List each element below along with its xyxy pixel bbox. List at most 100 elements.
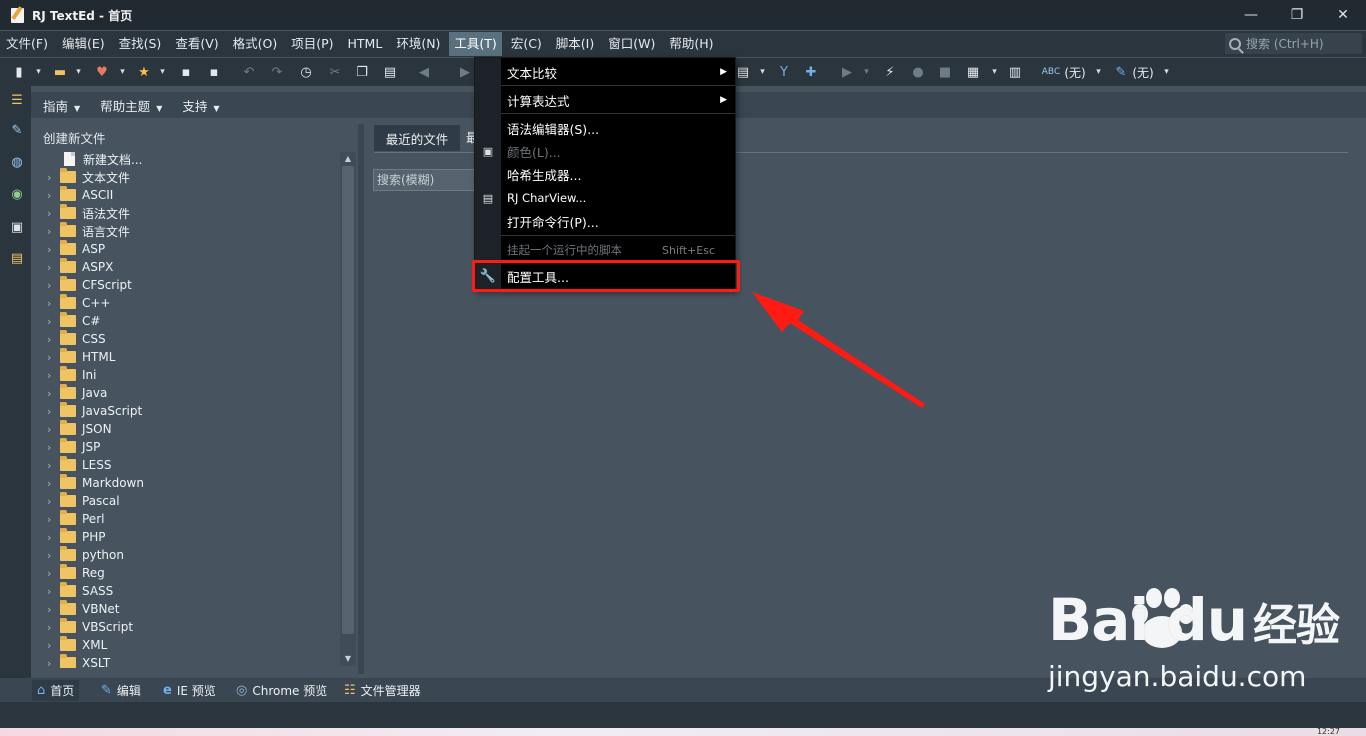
menu-file[interactable]: 文件(F) <box>1 32 53 56</box>
tree-item[interactable]: › python <box>34 546 124 564</box>
tab-edit[interactable]: ✎ 编辑 <box>96 680 146 701</box>
tree-item[interactable]: › ASP <box>34 240 105 258</box>
tree-item[interactable]: › 语法文件 <box>34 204 130 222</box>
forward-icon[interactable]: ▶ <box>458 63 472 81</box>
lightning-icon[interactable]: ⚡ <box>882 63 898 81</box>
menu-macro[interactable]: 宏(C) <box>506 32 547 56</box>
tree-item[interactable]: › JSP <box>34 438 100 456</box>
chevron-right-icon[interactable]: › <box>34 387 52 400</box>
print-icon[interactable]: ▤ <box>736 63 750 81</box>
undo-icon[interactable]: ↶ <box>240 63 258 81</box>
menu-script[interactable]: 脚本(I) <box>551 32 599 56</box>
chevron-right-icon[interactable]: › <box>34 441 52 454</box>
web-check-icon[interactable]: ◉ <box>9 186 25 202</box>
favorites-dropdown-icon[interactable]: ▾ <box>118 63 127 81</box>
chevron-right-icon[interactable]: › <box>34 315 52 328</box>
chevron-right-icon[interactable]: › <box>34 495 52 508</box>
chevron-right-icon[interactable]: › <box>34 405 52 418</box>
scroll-thumb[interactable] <box>342 166 354 634</box>
layout-dropdown-icon[interactable]: ▾ <box>990 63 999 81</box>
tree-item[interactable]: › 文本文件 <box>34 168 130 186</box>
tree-item[interactable]: › SASS <box>34 582 113 600</box>
tab-home[interactable]: ⌂ 首页 <box>32 680 80 701</box>
tree-item[interactable]: › CFScript <box>34 276 132 294</box>
tree-item[interactable]: › JavaScript <box>34 402 142 420</box>
file-manager-icon[interactable]: ▣ <box>9 219 25 235</box>
tree-item[interactable]: › C# <box>34 312 100 330</box>
chevron-right-icon[interactable]: › <box>34 189 52 202</box>
tree-item[interactable]: › PHP <box>34 528 106 546</box>
chevron-right-icon[interactable]: › <box>34 657 52 669</box>
chevron-right-icon[interactable]: › <box>34 333 52 346</box>
chevron-right-icon[interactable]: › <box>34 621 52 634</box>
tree-item[interactable]: › JSON <box>34 420 112 438</box>
minimize-button[interactable]: — <box>1228 0 1274 30</box>
chevron-right-icon[interactable]: › <box>34 549 52 562</box>
save-all-icon[interactable]: ▪ <box>206 63 222 81</box>
chevron-right-icon[interactable]: › <box>34 531 52 544</box>
tree-item[interactable]: › HTML <box>34 348 115 366</box>
cut-icon[interactable]: ✂ <box>326 63 344 81</box>
chevron-right-icon[interactable]: › <box>34 351 52 364</box>
menu-edit[interactable]: 编辑(E) <box>57 32 110 56</box>
tree-item[interactable]: › 语言文件 <box>34 222 130 240</box>
split-view-icon[interactable]: ▥ <box>1007 63 1023 81</box>
chevron-right-icon[interactable]: › <box>34 279 52 292</box>
chevron-right-icon[interactable]: › <box>34 567 52 580</box>
tab-file-manager[interactable]: ☷ 文件管理器 <box>339 680 426 701</box>
help-topics-menu[interactable]: 帮助主题 ▼ <box>100 96 162 115</box>
chevron-right-icon[interactable]: › <box>34 513 52 526</box>
new-file-icon[interactable]: ▮ <box>12 63 26 81</box>
menu-item-text-compare[interactable]: 文本比较 ▶ <box>501 61 735 83</box>
guide-menu[interactable]: 指南 ▼ <box>43 96 80 115</box>
search-input[interactable]: 搜索 (Ctrl+H) <box>1225 33 1362 54</box>
tools-icon[interactable]: ✎ <box>9 122 25 138</box>
chevron-right-icon[interactable]: › <box>34 261 52 274</box>
close-button[interactable]: ✕ <box>1320 0 1366 30</box>
run-icon[interactable]: ▶ <box>839 63 855 81</box>
menu-item-open-command-line[interactable]: 打开命令行(P)... <box>501 210 735 232</box>
chevron-right-icon[interactable]: › <box>34 423 52 436</box>
tree-item[interactable]: › VBNet <box>34 600 120 618</box>
menu-help[interactable]: 帮助(H) <box>664 32 718 56</box>
favorites-folder-icon[interactable]: ♥ <box>93 63 111 81</box>
chevron-right-icon[interactable]: › <box>34 225 52 238</box>
tree-item[interactable]: › C++ <box>34 294 111 312</box>
spell-dropdown-icon[interactable]: ▾ <box>1094 63 1103 81</box>
redo-icon[interactable]: ↷ <box>268 63 286 81</box>
copy-icon[interactable]: ❐ <box>353 63 371 81</box>
menu-item-color[interactable]: 颜色(L)... <box>501 140 735 162</box>
tree-item[interactable]: › Perl <box>34 510 104 528</box>
support-menu[interactable]: 支持 ▼ <box>182 96 219 115</box>
scroll-up-icon[interactable]: ▲ <box>340 152 356 166</box>
record-icon[interactable]: ● <box>910 63 926 81</box>
chevron-right-icon[interactable]: › <box>34 603 52 616</box>
back-icon[interactable]: ◀ <box>415 63 433 81</box>
spell-language-label[interactable]: (无) <box>1062 63 1088 81</box>
fuzzy-search-input[interactable]: 搜索(模糊) <box>373 169 477 191</box>
style-label[interactable]: (无) <box>1130 63 1156 81</box>
tree-item[interactable]: › XML <box>34 636 107 654</box>
chevron-right-icon[interactable]: › <box>34 243 52 256</box>
open-dropdown-icon[interactable]: ▾ <box>74 63 83 81</box>
stop-icon[interactable]: ■ <box>937 63 953 81</box>
maximize-button[interactable]: ❐ <box>1274 0 1320 30</box>
tab-recent-files[interactable]: 最近的文件 <box>374 125 460 151</box>
menu-view[interactable]: 查看(V) <box>170 32 223 56</box>
tree-item[interactable]: › Java <box>34 384 107 402</box>
tree-item-new-document[interactable]: 新建文档... <box>34 150 142 168</box>
tab-chrome-preview[interactable]: ◎ Chrome 预览 <box>231 680 332 701</box>
brush-icon[interactable]: ✎ <box>1114 63 1128 81</box>
clipboard-icon[interactable]: ▤ <box>9 250 25 266</box>
tree-item[interactable]: › XSLT <box>34 654 110 668</box>
menu-environment[interactable]: 环境(N) <box>391 32 445 56</box>
tool-y-icon[interactable]: Y <box>776 63 792 81</box>
menu-html[interactable]: HTML <box>343 32 388 56</box>
star-icon[interactable]: ★ <box>135 63 153 81</box>
open-folder-icon[interactable]: ▬ <box>51 63 69 81</box>
style-dropdown-icon[interactable]: ▾ <box>1162 63 1171 81</box>
chevron-right-icon[interactable]: › <box>34 369 52 382</box>
menu-format[interactable]: 格式(O) <box>228 32 283 56</box>
tree-view-icon[interactable]: ☰ <box>9 92 25 108</box>
tree-item[interactable]: › CSS <box>34 330 106 348</box>
